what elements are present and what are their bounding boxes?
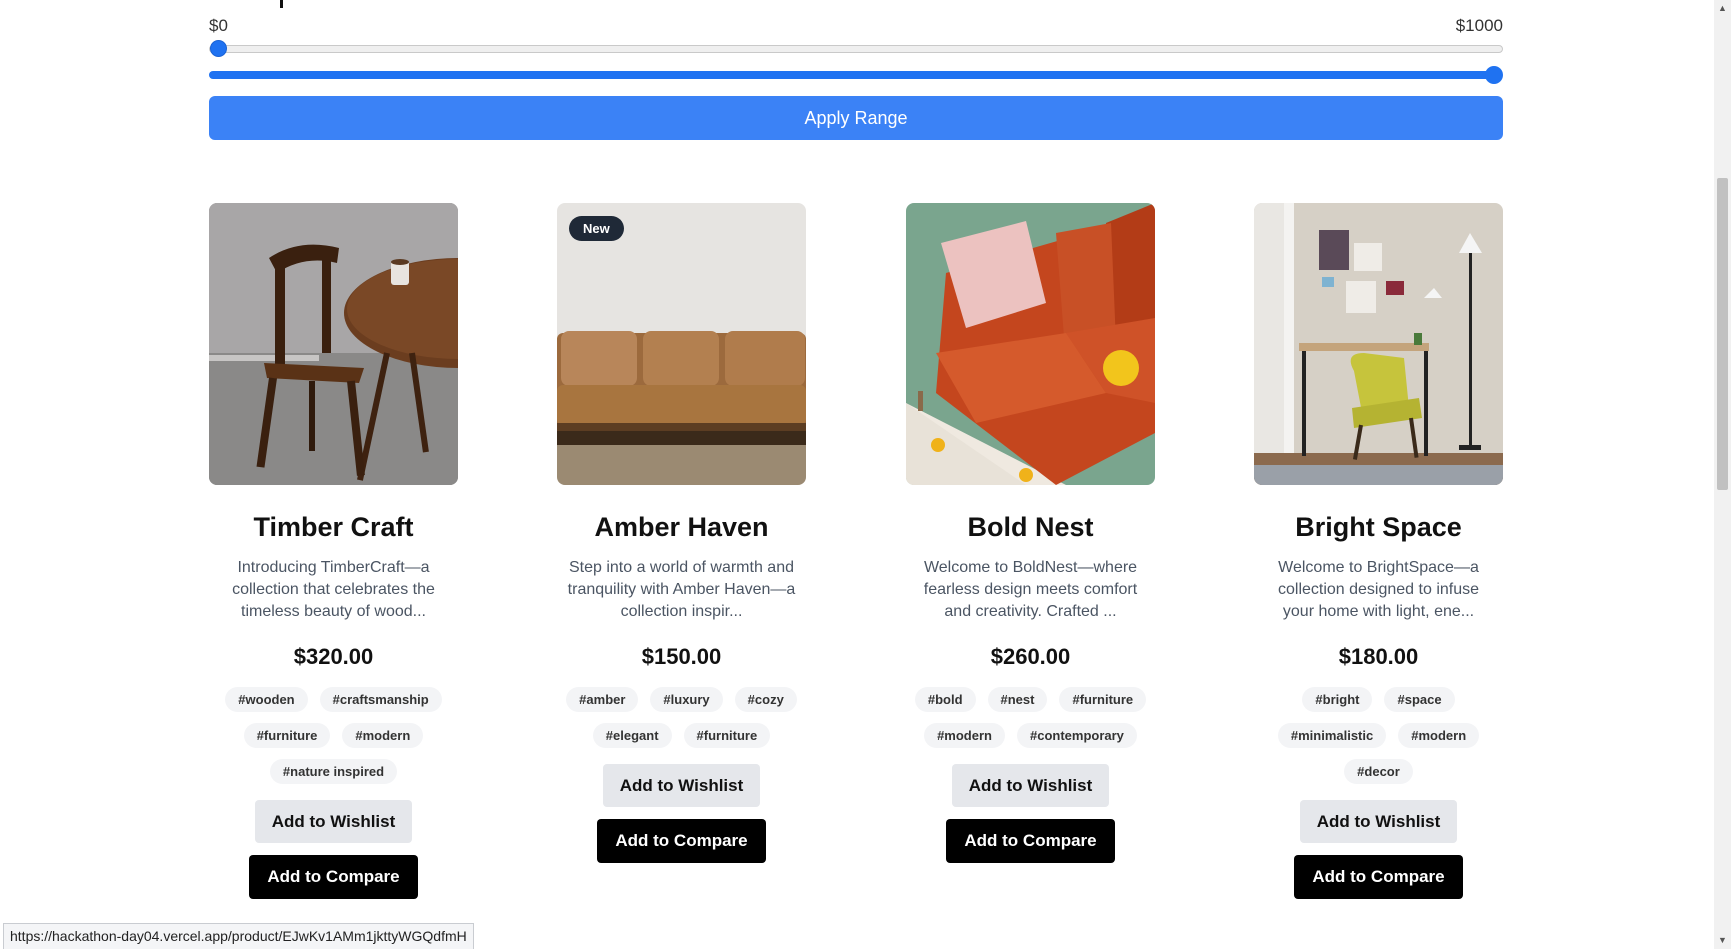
add-to-compare-button[interactable]: Add to Compare [249,854,418,899]
product-description: Step into a world of warmth and tranquil… [567,559,796,621]
tag-list: #wooden #craftsmanship #furniture #moder… [209,686,458,784]
max-price-slider-track[interactable] [209,71,1493,79]
product-image[interactable] [1254,203,1503,485]
tag[interactable]: #nest [987,686,1048,712]
tag-list: #bright #space #minimalistic #modern #de… [1254,686,1503,784]
leather-sofa-photo [557,203,806,485]
tag-list: #bold #nest #furniture #modern #contempo… [906,686,1155,748]
tag[interactable]: #modern [1398,722,1480,748]
product-card-timber-craft[interactable]: Timber Craft Introducing TimberCraft—a c… [209,203,458,899]
min-price-slider-track[interactable] [209,45,1503,53]
price-max-label: $1000 [1455,16,1503,35]
product-image[interactable] [906,203,1155,485]
add-to-wishlist-button[interactable]: Add to Wishlist [602,763,761,807]
min-price-slider-thumb[interactable] [210,40,227,57]
scroll-down-arrow-icon[interactable]: ▼ [1714,932,1731,949]
tag[interactable]: #wooden [225,686,308,712]
product-description: Introducing TimberCraft—a collection tha… [232,559,435,621]
product-grid: Timber Craft Introducing TimberCraft—a c… [209,203,1503,923]
price-min-label: $0 [209,16,228,35]
product-description: Welcome to BoldNest—where fearless desig… [923,559,1138,621]
tag[interactable]: #modern [924,722,1005,748]
tag[interactable]: #minimalistic [1277,722,1387,748]
tag[interactable]: #bold [914,686,976,712]
apply-range-button[interactable]: Apply Range [209,96,1503,140]
tag[interactable]: #modern [342,722,424,748]
product-title: Bright Space [1295,512,1462,542]
tag-list: #amber #luxury #cozy #elegant #furniture [557,686,806,748]
product-title: Amber Haven [594,512,769,542]
tag[interactable]: #luxury [650,686,723,712]
cropped-heading-fragment [280,0,283,8]
vertical-scrollbar[interactable]: ▲ ▼ [1714,0,1731,949]
product-card-amber-haven[interactable]: New Amber Haven Step into a world of war… [557,203,806,863]
max-price-slider-thumb[interactable] [1485,66,1503,84]
product-title: Timber Craft [253,512,414,542]
tag[interactable]: #furniture [683,722,771,748]
tag[interactable]: #space [1384,686,1455,712]
product-card-bright-space[interactable]: Bright Space Welcome to BrightSpace—a co… [1254,203,1503,899]
product-price: $150.00 [641,644,722,670]
tag[interactable]: #cozy [734,686,797,712]
add-to-compare-button[interactable]: Add to Compare [946,818,1115,863]
product-title: Bold Nest [967,512,1094,542]
product-price: $320.00 [293,644,374,670]
scrollbar-thumb[interactable] [1717,178,1728,490]
product-price: $180.00 [1338,644,1419,670]
tag[interactable]: #craftsmanship [319,686,442,712]
tag[interactable]: #amber [566,686,639,712]
tag[interactable]: #bright [1302,686,1373,712]
add-to-wishlist-button[interactable]: Add to Wishlist [1299,799,1458,843]
add-to-compare-button[interactable]: Add to Compare [1294,854,1463,899]
tag[interactable]: #elegant [592,722,672,748]
tag[interactable]: #furniture [243,722,331,748]
product-image[interactable]: New [557,203,806,485]
add-to-wishlist-button[interactable]: Add to Wishlist [951,763,1110,807]
add-to-compare-button[interactable]: Add to Compare [597,818,766,863]
product-price: $260.00 [990,644,1071,670]
tag[interactable]: #nature inspired [269,758,398,784]
add-to-wishlist-button[interactable]: Add to Wishlist [254,799,413,843]
wooden-chair-table-photo [209,203,458,485]
scroll-up-arrow-icon[interactable]: ▲ [1714,0,1731,17]
product-card-bold-nest[interactable]: Bold Nest Welcome to BoldNest—where fear… [906,203,1155,863]
orange-sofa-photo [906,203,1155,485]
tag[interactable]: #furniture [1059,686,1147,712]
status-bar-url: https://hackathon-day04.vercel.app/produ… [3,923,474,949]
tag[interactable]: #contemporary [1016,722,1137,748]
product-description: Welcome to BrightSpace—a collection desi… [1277,559,1480,621]
desk-yellow-chair-photo [1254,203,1503,485]
new-badge: New [569,216,624,241]
tag[interactable]: #decor [1344,758,1413,784]
product-image[interactable] [209,203,458,485]
